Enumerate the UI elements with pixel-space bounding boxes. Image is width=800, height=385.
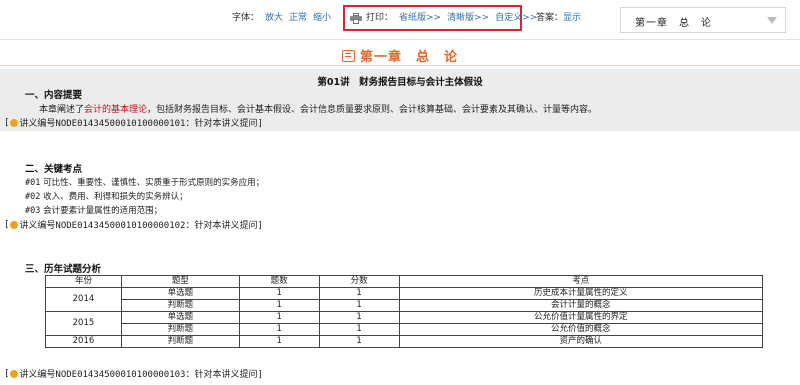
score-cell: 1: [318, 299, 400, 312]
font-normal-link[interactable]: 正常: [289, 13, 307, 23]
lecture-note-2-text: 讲义编号NODE01434500010100000102：针对本讲义提问]: [19, 221, 263, 231]
col-header-count: 题数: [238, 275, 320, 288]
summary-highlight: 会计的基本理论: [84, 105, 148, 115]
count-cell: 1: [238, 323, 320, 336]
print-controls: 打印： 省纸版>> 清晰版>> 自定义>>: [350, 12, 537, 24]
print-label: 打印：: [366, 13, 394, 23]
lecture-note-3-text: 讲义编号NODE01434500010100000103：针对本讲义提问]: [19, 370, 263, 380]
key-point-text: 会计要素计量属性的适用范围；: [43, 206, 163, 216]
book-icon: [341, 49, 355, 62]
summary-paragraph: 本章阐述了会计的基本理论，包括财务报告目标、会计基本假设、会计信息质量要求原则、…: [39, 102, 597, 115]
print-paper-saving-link[interactable]: 省纸版>>: [399, 12, 441, 24]
key-point-number: #01: [25, 178, 41, 188]
year-cell: 2014: [45, 287, 122, 312]
font-enlarge-link[interactable]: 放大: [265, 13, 283, 23]
chapter-title: 第一章 总 论: [359, 50, 458, 65]
print-clear-link[interactable]: 清晰版>>: [447, 12, 489, 24]
score-cell: 1: [318, 311, 400, 324]
type-cell: 单选题: [120, 287, 240, 300]
type-cell: 判断题: [120, 335, 240, 348]
chapter-select-value: 第一章 总 论: [635, 18, 712, 29]
type-cell: 单选题: [120, 311, 240, 324]
chevron-down-icon[interactable]: [767, 17, 777, 24]
note-bullet-icon: [10, 220, 19, 229]
section-heading-summary: 一、内容提要: [25, 90, 83, 101]
table-row: 2014 单选题 1 1 历史成本计量属性的定义: [45, 287, 764, 312]
lecture-title: 第01讲 财务报告目标与会计主体假设: [317, 77, 483, 88]
count-cell: 1: [238, 335, 320, 348]
point-cell: 历史成本计量属性的定义: [398, 287, 764, 300]
answer-label: 答案：: [536, 13, 564, 23]
chapter-header: 第一章 总 论: [0, 42, 800, 66]
table-row: 判断题 1 1 会计计量的概念: [46, 299, 764, 312]
point-cell: 公允价值的概念: [398, 323, 764, 336]
table-header-row: 年份 题型 题数 分数 考点: [45, 275, 764, 288]
table-row: 判断题 1 1 公允价值的概念: [46, 323, 764, 336]
table-row: 2015 单选题 1 1 公允价值计量属性的界定: [45, 311, 764, 336]
key-point-number: #02: [25, 192, 41, 202]
lecture-note-1[interactable]: [讲义编号NODE01434500010100000101：针对本讲义提问]: [4, 116, 263, 130]
year-cell: 2015: [45, 311, 122, 336]
printer-icon: [350, 12, 362, 24]
key-point: #03 会计要素计量属性的适用范围；: [25, 204, 162, 216]
col-header-type: 题型: [120, 275, 240, 288]
point-cell: 资产的确认: [398, 335, 764, 348]
point-cell: 公允价值计量属性的界定: [398, 311, 764, 324]
note-bullet-icon: [10, 118, 19, 127]
count-cell: 1: [238, 311, 320, 324]
section-heading-exam-analysis: 三、历年试题分析: [25, 264, 102, 275]
col-header-score: 分数: [318, 275, 400, 288]
type-cell: 判断题: [120, 323, 240, 336]
key-point-text: 可比性、重要性、谨慎性、实质重于形式原则的实务应用；: [43, 178, 265, 188]
key-point-number: #03: [25, 206, 41, 216]
score-cell: 1: [318, 323, 400, 336]
exam-history-table: 年份 题型 题数 分数 考点 2014 单选题 1 1 历史成本计量属性的定义 …: [45, 275, 764, 348]
lecture-content: 第01讲 财务报告目标与会计主体假设 一、内容提要 本章阐述了会计的基本理论，包…: [0, 69, 800, 385]
point-cell: 会计计量的概念: [398, 299, 764, 312]
score-cell: 1: [318, 287, 400, 300]
key-point-text: 收入、费用、利得和损失的实务辨认；: [43, 192, 188, 202]
answer-show-link[interactable]: 显示: [563, 13, 581, 23]
key-point: #02 收入、费用、利得和损失的实务辨认；: [25, 190, 188, 202]
count-cell: 1: [238, 287, 320, 300]
print-custom-link[interactable]: 自定义>>: [495, 12, 537, 24]
lecture-note-2[interactable]: [讲义编号NODE01434500010100000102：针对本讲义提问]: [4, 218, 263, 232]
lecture-note-1-text: 讲义编号NODE01434500010100000101：针对本讲义提问]: [19, 119, 263, 129]
answer-controls: 答案：显示: [536, 12, 581, 24]
summary-text-end: ，包括财务报告目标、会计基本假设、会计信息质量要求原则、会计核算基础、会计要素及…: [147, 105, 598, 115]
font-shrink-link[interactable]: 缩小: [313, 13, 331, 23]
table-row: 2016 判断题 1 1 资产的确认: [45, 335, 764, 348]
score-cell: 1: [318, 335, 400, 348]
col-header-year: 年份: [45, 275, 122, 288]
count-cell: 1: [238, 299, 320, 312]
top-toolbar: 字体： 放大 正常 缩小 打印： 省纸版>> 清晰版>> 自定义>> 答案：显示 第一章 总…: [0, 0, 800, 40]
note-bullet-icon: [10, 369, 19, 378]
lecture-note-3[interactable]: [讲义编号NODE01434500010100000103：针对本讲义提问]: [4, 367, 263, 381]
font-size-controls: 字体： 放大 正常 缩小: [232, 12, 331, 24]
chapter-select[interactable]: 第一章 总 论: [620, 7, 786, 33]
year-cell: 2016: [45, 335, 122, 348]
section-heading-key-points: 二、关键考点: [25, 164, 83, 175]
col-header-point: 考点: [398, 275, 764, 288]
key-point: #01 可比性、重要性、谨慎性、实质重于形式原则的实务应用；: [25, 176, 264, 188]
font-size-label: 字体：: [232, 13, 260, 23]
summary-text-start: 本章阐述了: [39, 105, 85, 115]
type-cell: 判断题: [120, 299, 240, 312]
